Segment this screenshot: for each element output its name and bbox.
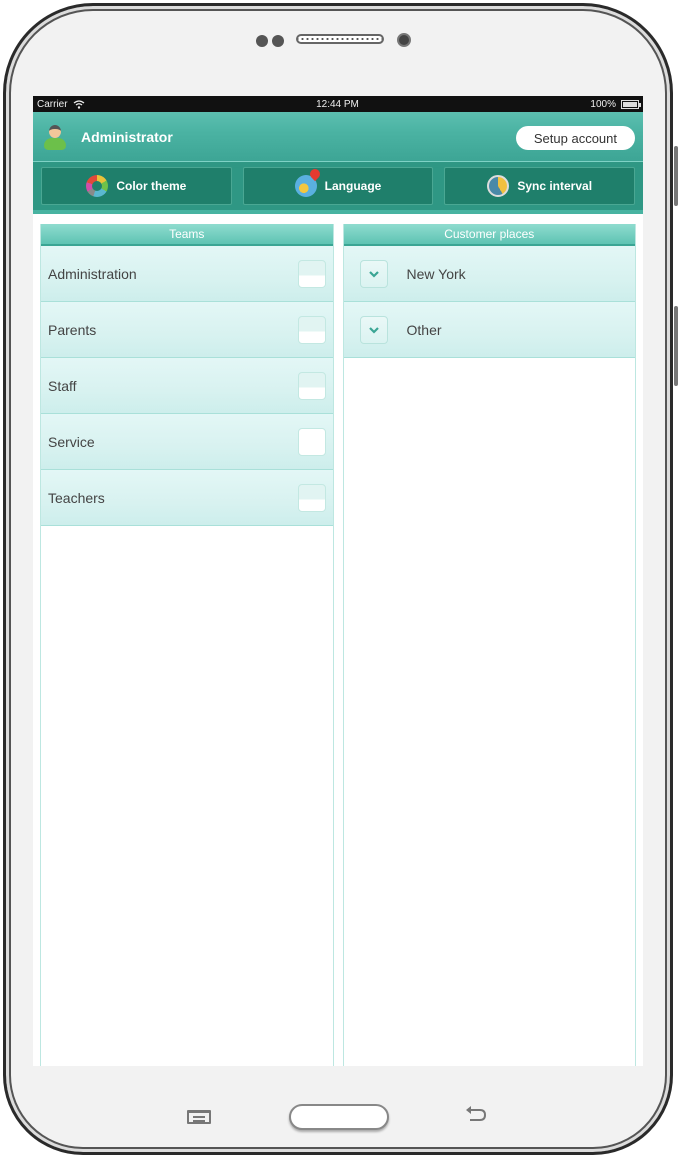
team-label: Parents [48, 321, 97, 338]
color-wheel-icon [86, 175, 109, 197]
customer-places-header: Customer places [343, 224, 635, 246]
sync-interval-button[interactable]: Sync interval [444, 167, 636, 205]
team-row-teachers[interactable]: Teachers [41, 470, 333, 526]
content-panels: Teams Administration Parents Staff Servi… [33, 220, 643, 1066]
app-header: Administrator Setup account [33, 112, 643, 162]
team-label: Service [48, 433, 95, 450]
color-theme-button[interactable]: Color theme [41, 167, 232, 205]
team-row-administration[interactable]: Administration [41, 246, 333, 302]
clock-label: 12:44 PM [316, 98, 359, 110]
place-row-new-york[interactable]: New York [343, 246, 635, 302]
language-button[interactable]: Language [242, 167, 434, 205]
globe-pin-icon [294, 175, 317, 197]
carrier-label: Carrier [37, 98, 68, 110]
battery-percent: 100% [590, 98, 616, 110]
user-title: Administrator [81, 128, 173, 145]
power-button [674, 306, 678, 386]
team-row-service[interactable]: Service [41, 414, 333, 470]
color-theme-label: Color theme [116, 179, 187, 193]
clock-icon [487, 175, 510, 197]
team-checkbox-checked[interactable] [297, 427, 326, 456]
language-label: Language [324, 179, 382, 193]
expand-button[interactable] [359, 259, 388, 288]
customer-places-panel: Customer places New York Other [342, 224, 636, 1066]
home-button[interactable] [289, 1104, 389, 1130]
team-checkbox[interactable] [297, 259, 326, 288]
chevron-down-icon [368, 270, 379, 278]
sync-interval-label: Sync interval [517, 179, 593, 193]
sensor-icon [256, 35, 268, 47]
status-bar: Carrier 12:44 PM 100% [33, 96, 643, 112]
back-key-icon[interactable] [464, 1104, 488, 1124]
battery-icon [620, 99, 641, 109]
wifi-icon [73, 99, 84, 109]
settings-toolbar: Color theme Language Sync interval [33, 162, 643, 214]
team-checkbox[interactable] [297, 483, 326, 512]
team-label: Teachers [48, 489, 105, 506]
menu-key-icon[interactable] [187, 1110, 211, 1124]
user-avatar-icon [43, 124, 67, 150]
speaker-grille [296, 34, 384, 44]
volume-button [674, 146, 678, 206]
team-label: Administration [48, 265, 137, 282]
setup-account-button[interactable]: Setup account [515, 126, 635, 150]
teams-panel: Teams Administration Parents Staff Servi… [40, 224, 334, 1066]
team-row-parents[interactable]: Parents [41, 302, 333, 358]
team-label: Staff [48, 377, 77, 394]
expand-button[interactable] [359, 315, 388, 344]
team-checkbox[interactable] [297, 315, 326, 344]
teams-header: Teams [41, 224, 333, 246]
team-row-staff[interactable]: Staff [41, 358, 333, 414]
sensor-icon [272, 35, 284, 47]
team-checkbox[interactable] [297, 371, 326, 400]
chevron-down-icon [368, 326, 379, 334]
place-label: New York [406, 265, 466, 282]
screen: Carrier 12:44 PM 100% Administrator Setu… [33, 96, 643, 1066]
place-label: Other [406, 321, 442, 338]
front-camera-icon [397, 33, 411, 47]
place-row-other[interactable]: Other [343, 302, 635, 358]
